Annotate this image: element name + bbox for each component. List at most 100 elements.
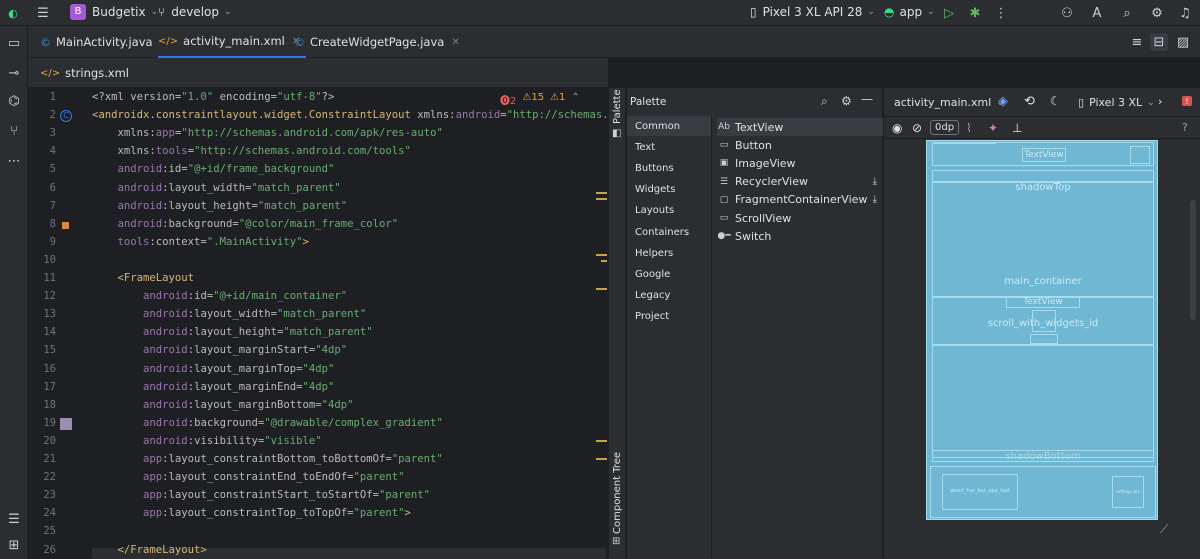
split-view-icon[interactable]: ⊟ bbox=[1150, 33, 1168, 51]
notifications-icon[interactable]: ♫ bbox=[1176, 4, 1194, 22]
code-line[interactable]: xmlns:tools="http://schemas.android.com/… bbox=[92, 145, 411, 157]
night-mode-icon[interactable]: ☾ bbox=[1050, 94, 1061, 108]
magnet-off-icon[interactable]: ⊘ bbox=[912, 121, 922, 135]
shadow-top-bounds[interactable] bbox=[932, 170, 1154, 182]
settings-gear-icon[interactable]: ⚙ bbox=[1148, 4, 1166, 22]
code-line[interactable]: </FrameLayout> bbox=[92, 544, 207, 556]
pull-requests-icon[interactable]: ⑂ bbox=[5, 122, 23, 140]
code-line[interactable]: android:layout_width="match_parent" bbox=[92, 308, 366, 320]
design-view-icon[interactable]: ▨ bbox=[1174, 33, 1192, 51]
scroll-marker[interactable] bbox=[596, 288, 607, 290]
palette-item-switch[interactable]: ●━ Switch bbox=[717, 227, 883, 245]
palette-category-layouts[interactable]: Layouts bbox=[627, 201, 711, 221]
layout-preview-canvas[interactable]: TextView shadowTop main_container TextVi… bbox=[884, 140, 1200, 559]
code-line[interactable]: app:layout_constraintBottom_toBottomOf="… bbox=[92, 453, 443, 465]
run-icon[interactable]: ▷ bbox=[940, 4, 958, 22]
error-badge-icon[interactable]: ! bbox=[1182, 96, 1192, 106]
more-tools-icon[interactable]: ⋯ bbox=[5, 152, 23, 170]
code-line[interactable]: <FrameLayout bbox=[92, 272, 195, 284]
code-line[interactable]: app:layout_constraintTop_toTopOf="parent… bbox=[92, 507, 411, 519]
code-line[interactable]: android:layout_marginEnd="4dp" bbox=[92, 381, 334, 393]
code-line[interactable]: android:layout_width="match_parent" bbox=[92, 182, 341, 194]
project-folder-icon[interactable]: ▭ bbox=[5, 34, 23, 52]
clear-constraints-icon[interactable]: ⌇ bbox=[966, 121, 972, 135]
scroll-marker[interactable] bbox=[596, 192, 607, 194]
infer-constraints-icon[interactable]: ✦ bbox=[988, 121, 998, 135]
default-margin-field[interactable]: 0dp bbox=[930, 120, 960, 135]
download-icon[interactable]: ⤓ bbox=[873, 194, 877, 205]
palette-category-project[interactable]: Project bbox=[627, 307, 711, 327]
chevron-up-icon[interactable]: ⌃ bbox=[571, 92, 579, 107]
download-icon[interactable]: ⤓ bbox=[873, 176, 877, 187]
settings-gear-icon[interactable]: ⚙ bbox=[841, 94, 852, 108]
search-icon[interactable]: ⌕ bbox=[1118, 4, 1136, 22]
code-with-me-icon[interactable]: ⚇ bbox=[1058, 4, 1076, 22]
code-line[interactable]: app:layout_constraintEnd_toEndOf="parent… bbox=[92, 471, 405, 483]
orientation-icon[interactable]: ⟲ bbox=[1024, 94, 1035, 109]
commit-icon[interactable]: ⊸ bbox=[5, 64, 23, 82]
resource-manager-icon[interactable]: ⌬ bbox=[5, 92, 23, 110]
scroll-marker[interactable] bbox=[596, 458, 607, 460]
vertical-scrollbar[interactable] bbox=[1190, 200, 1196, 320]
palette-category-text[interactable]: Text bbox=[627, 137, 711, 157]
design-surface-icon[interactable]: ◈ bbox=[998, 94, 1008, 109]
code-line[interactable]: android:layout_marginBottom="4dp" bbox=[92, 399, 353, 411]
code-editor[interactable]: C ⓿2 ⚠15 ⚠1 ⌃ 1 <?xml version="1.0" encod… bbox=[28, 88, 608, 559]
color-swatch-icon[interactable] bbox=[62, 222, 69, 229]
branch-selector[interactable]: ⑂ develop ⌄ bbox=[158, 0, 232, 24]
tab-create-widget-page[interactable]: © CreateWidgetPage.java ✕ bbox=[294, 26, 460, 58]
palette-item-scrollview[interactable]: ▭ ScrollView bbox=[717, 209, 883, 227]
scroll-marker[interactable] bbox=[601, 260, 607, 262]
icon-bounds[interactable] bbox=[1130, 146, 1150, 164]
close-icon[interactable]: ✕ bbox=[451, 37, 459, 48]
inspection-widget[interactable]: ⓿2 ⚠15 ⚠1 ⌃ bbox=[500, 92, 580, 107]
palette-item-imageview[interactable]: ▣ ImageView bbox=[717, 154, 883, 172]
search-icon[interactable]: ⌕ bbox=[821, 94, 828, 109]
code-line[interactable]: android:layout_marginStart="4dp" bbox=[92, 344, 347, 356]
palette-item-textview[interactable]: Ab TextView bbox=[717, 118, 883, 136]
component-tree-icon[interactable]: ⊞ bbox=[612, 536, 620, 547]
design-device-selector[interactable]: ▯ Pixel 3 XL ⌄ bbox=[1078, 96, 1155, 109]
code-line[interactable]: android:background="@drawable/complex_gr… bbox=[92, 417, 443, 429]
scroll-icon-bounds[interactable] bbox=[1032, 310, 1056, 332]
code-line[interactable]: xmlns:app="http://schemas.android.com/ap… bbox=[92, 127, 443, 139]
palette-category-widgets[interactable]: Widgets bbox=[627, 180, 711, 200]
code-line[interactable]: tools:context=".MainActivity"> bbox=[92, 236, 309, 248]
palette-category-helpers[interactable]: Helpers bbox=[627, 243, 711, 263]
code-line[interactable]: android:layout_marginTop="4dp" bbox=[92, 363, 334, 375]
palette-category-google[interactable]: Google bbox=[627, 264, 711, 284]
more-actions-icon[interactable]: ⋮ bbox=[992, 4, 1010, 22]
scroll-marker[interactable] bbox=[596, 198, 607, 200]
project-selector[interactable]: B Budgetix ⌄ bbox=[70, 0, 158, 24]
tab-main-activity[interactable]: © MainActivity.java bbox=[40, 26, 153, 58]
code-line[interactable]: android:id="@+id/frame_background" bbox=[92, 163, 335, 175]
palette-item-fragmentcontainerview[interactable]: ▢ FragmentContainerView ⤓ bbox=[717, 191, 883, 209]
class-gutter-icon[interactable]: C bbox=[60, 110, 72, 122]
device-selector[interactable]: ▯ Pixel 3 XL API 28 ⌄ bbox=[750, 0, 875, 24]
code-line[interactable]: android:id="@+id/main_container" bbox=[92, 290, 347, 302]
palette-icon[interactable]: ◧ bbox=[612, 128, 624, 140]
palette-category-buttons[interactable]: Buttons bbox=[627, 158, 711, 178]
guidelines-icon[interactable]: ⊥ bbox=[1012, 121, 1022, 135]
code-view-icon[interactable]: ≡ bbox=[1128, 33, 1146, 51]
design-file-selector[interactable]: activity_main.xml ⌄ bbox=[894, 96, 1004, 109]
tab-strings[interactable]: </> strings.xml bbox=[40, 58, 129, 88]
scroll-small-bounds[interactable] bbox=[1030, 334, 1058, 344]
chevron-right-icon[interactable]: › bbox=[1158, 95, 1162, 108]
drawable-preview-icon[interactable] bbox=[60, 418, 72, 430]
debug-icon[interactable]: ✱ bbox=[966, 4, 984, 22]
eye-icon[interactable]: ◉ bbox=[892, 121, 902, 135]
tab-activity-main[interactable]: </> activity_main.xml ✕ bbox=[158, 26, 307, 58]
code-line[interactable]: android:visibility="visible" bbox=[92, 435, 322, 447]
scroll-marker[interactable] bbox=[596, 254, 607, 256]
code-line[interactable]: <?xml version="1.0" encoding="utf-8"?> bbox=[92, 91, 334, 103]
palette-item-recyclerview[interactable]: ☰ RecyclerView ⤓ bbox=[717, 173, 883, 191]
code-line[interactable]: android:background="@color/main_frame_co… bbox=[92, 218, 399, 230]
code-line[interactable]: android:layout_height="match_parent" bbox=[92, 326, 373, 338]
palette-strip-label[interactable]: Palette bbox=[612, 89, 623, 124]
main-menu-icon[interactable]: ☰ bbox=[34, 4, 52, 22]
resize-handle-icon[interactable]: ⟋ bbox=[1160, 522, 1168, 537]
build-variants-icon[interactable]: ⊞ bbox=[5, 536, 23, 554]
code-line[interactable]: <androidx.constraintlayout.widget.Constr… bbox=[92, 109, 608, 121]
palette-category-legacy[interactable]: Legacy bbox=[627, 286, 711, 306]
